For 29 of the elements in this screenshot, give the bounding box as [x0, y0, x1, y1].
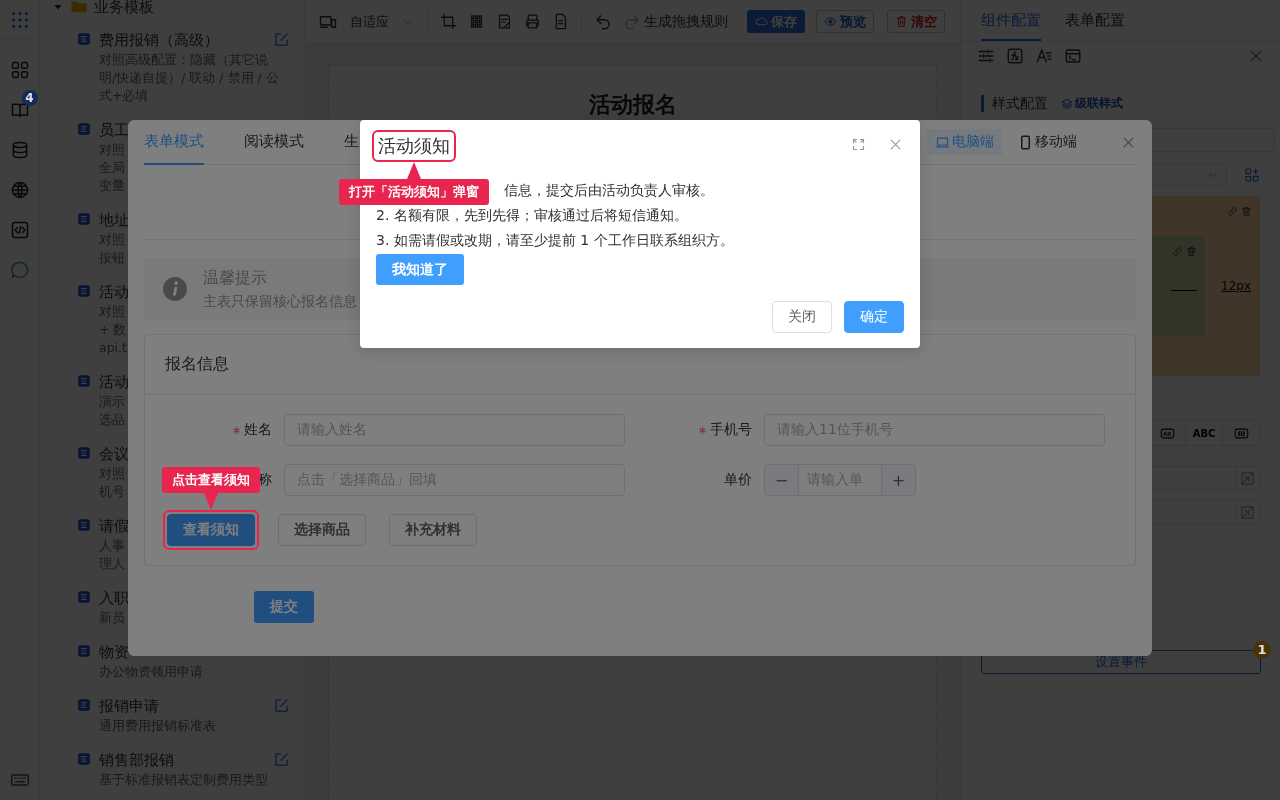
form-button[interactable]: 补充材料 — [389, 514, 477, 546]
confirm-button[interactable]: 确定 — [844, 301, 904, 333]
field-label: 姓名 — [244, 421, 272, 439]
notice-text: 信息，提交后由活动负责人审核。 — [504, 182, 714, 198]
decrement-button[interactable]: − — [765, 465, 799, 495]
margin-value[interactable]: 12px — [1221, 279, 1251, 293]
callout: 打开「活动须知」弹窗 — [339, 162, 489, 205]
device-tab[interactable]: 移动端 — [1010, 129, 1085, 155]
close-button[interactable]: 关闭 — [772, 301, 832, 333]
count-badge: 1 — [1253, 641, 1271, 659]
form-button[interactable]: 查看须知 — [167, 514, 255, 546]
dialog-title: 活动须知 — [377, 134, 451, 158]
callout: 点击查看须知 — [162, 467, 260, 510]
mode-tab[interactable]: 生 — [344, 119, 359, 165]
notice-text: 3. 如需请假或改期，请至少提前 1 个工作日联系组织方。 — [376, 232, 734, 248]
field-label: 手机号 — [710, 421, 752, 439]
submit-button[interactable]: 提交 — [254, 591, 314, 623]
increment-button[interactable]: + — [881, 465, 915, 495]
clear-button[interactable]: 清空 — [887, 10, 945, 33]
text-decoration-option[interactable]: ABC — [1192, 427, 1216, 439]
form-button[interactable]: 选择商品 — [278, 514, 366, 546]
notification-badge: 4 — [21, 90, 38, 106]
notice-text: 2. 名额有限，先到先得；审核通过后将短信通知。 — [376, 207, 688, 223]
mode-tab[interactable]: 阅读模式 — [244, 119, 304, 165]
device-tab[interactable]: 电脑端 — [927, 129, 1002, 155]
preview-button[interactable]: 预览 — [816, 10, 874, 33]
field-label: 单价 — [724, 471, 752, 489]
mode-tab[interactable]: 表单模式 — [144, 119, 204, 165]
acknowledge-button[interactable]: 我知道了 — [376, 254, 464, 285]
